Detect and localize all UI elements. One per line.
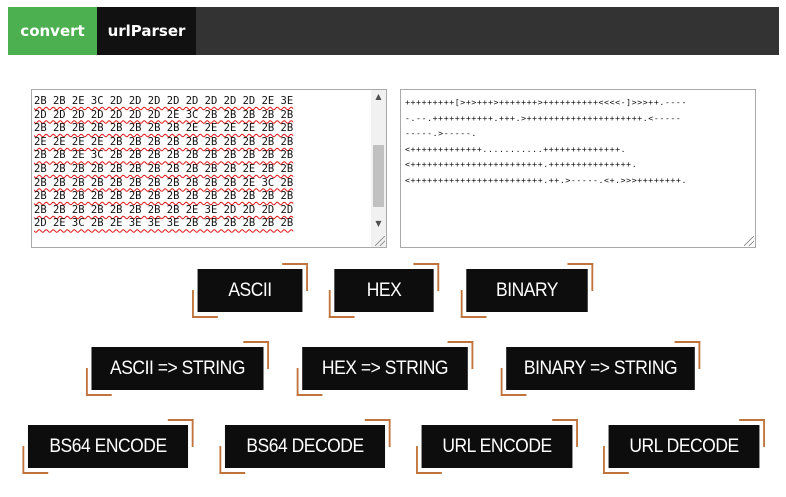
resize-grip-icon[interactable] [375,236,385,246]
hex-line: 2B 2B 2B 2B 2B 2B 2B 2B 2B 2B 2B 2B 2B 2… [34,190,294,203]
hex-button[interactable]: HEX [328,263,440,318]
bs64-decode-button[interactable]: BS64 DECODE [219,419,391,474]
scrollbar-thumb[interactable] [373,145,384,207]
input-textarea[interactable]: +++++++++[>+>+++>+++++++>++++++++++<<<<-… [400,89,756,248]
hex-line: 2D 2D 2D 2D 2D 2D 2D 2E 3C 2B 2B 2B 2B 2… [34,108,294,121]
ascii-button[interactable]: ASCII [192,263,308,318]
tab-urlparser[interactable]: urlParser [97,7,196,55]
input-text: +++++++++[>+>+++>+++++++>++++++++++<<<<-… [405,97,687,185]
hex-line: 2D 2E 3C 2B 2E 3E 3E 3E 2B 2B 2B 2B 2B 2… [34,217,294,230]
scroll-up-arrow-icon[interactable]: ▲ [371,90,386,104]
hex-line: 2B 2B 2E 3C 2B 2B 2B 2B 2B 2B 2B 2B 2B 2… [34,149,294,162]
hex-line: 2B 2B 2B 2B 2B 2B 2B 2B 2E 2E 2E 2E 2B 2… [34,122,294,135]
scroll-down-arrow-icon[interactable]: ▼ [371,217,386,231]
hex-line: 2E 2E 2E 2E 2B 2B 2B 2B 2B 2B 2B 2B 2B 2… [34,135,294,148]
hex-to-string-button[interactable]: HEX => STRING [296,341,474,396]
hex-output-text: 2B 2B 2E 3C 2D 2D 2D 2D 2D 2D 2D 2D 2E 3… [34,95,354,231]
binary-button[interactable]: BINARY [460,263,594,318]
hex-line: 2B 2B 2B 2B 2B 2B 2B 2B 2E 3E 2D 2D 2D 2… [34,203,294,216]
bs64-encode-button[interactable]: BS64 ENCODE [22,419,194,474]
resize-grip-icon[interactable] [744,236,754,246]
hex-line: 2B 2B 2B 2B 2B 2B 2B 2B 2B 2B 2B 2E 3C 2… [34,176,294,189]
tab-convert[interactable]: convert [8,7,97,55]
hex-scrollbar[interactable]: ▲ ▼ [371,90,386,247]
hex-output-textarea[interactable]: 2B 2B 2E 3C 2D 2D 2D 2D 2D 2D 2D 2D 2E 3… [31,89,387,248]
tab-bar: convert urlParser [8,7,779,55]
ascii-to-string-button[interactable]: ASCII => STRING [85,341,270,396]
url-encode-button[interactable]: URL ENCODE [416,419,578,474]
hex-line: 2B 2B 2E 3C 2D 2D 2D 2D 2D 2D 2D 2D 2E 3… [34,95,294,107]
hex-line: 2B 2B 2B 2B 2B 2B 2B 2B 2B 2B 2B 2E 2B 2… [34,162,294,175]
url-decode-button[interactable]: URL DECODE [603,419,765,474]
binary-to-string-button[interactable]: BINARY => STRING [500,341,701,396]
